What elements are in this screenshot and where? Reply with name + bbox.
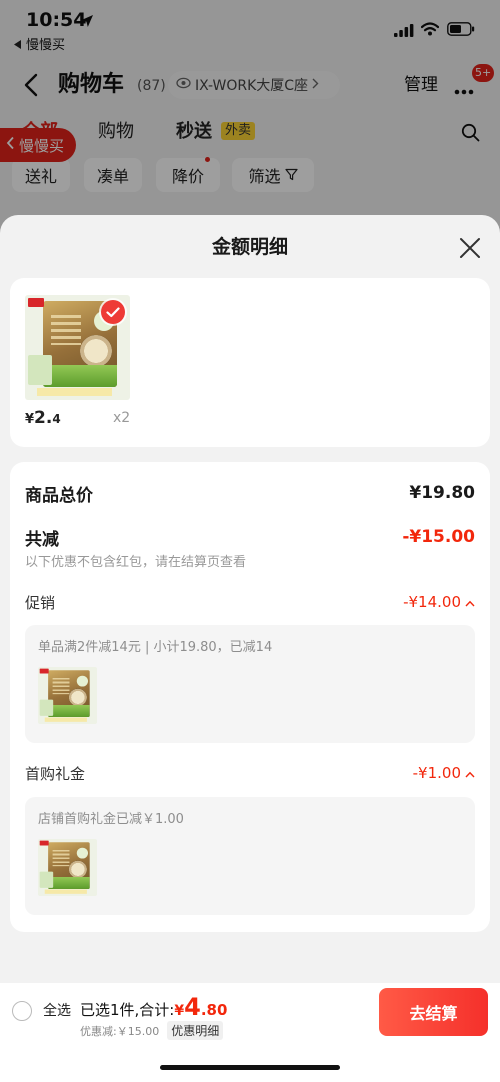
oat-bowl-graphic [68,860,87,879]
product-package [48,842,90,889]
product-thumbnail [38,839,97,896]
home-indicator[interactable] [160,1065,340,1070]
promotion-detail-text: 单品满2件减14元 | 小计19.80，已减14 [38,640,273,655]
kids-graphic [39,871,54,888]
brand-logo [28,298,44,307]
discount-summary: 优惠减:￥15.00 优惠明细 [80,1021,224,1040]
discount-detail-button[interactable]: 优惠明细 [167,1021,224,1040]
amount-detail-sheet: 金额明细 ¥ 2. 4 x2 商品总价 ¥19.80 共减 -¥15.00 以下… [0,215,500,1082]
product-price: ¥ 2. 4 [25,408,61,428]
promotion-label: 促销 [25,593,56,612]
kids-graphic [39,699,54,716]
package-title-block [52,849,70,867]
discount-note: 以下优惠不包含红包，请在结算页查看 [25,555,247,570]
price-minor: 4 [52,412,61,426]
package-green-band [48,705,90,717]
total-summary: 已选1件,合计: ¥ 4 .80 [80,993,227,1021]
checkout-button[interactable]: 去结算 [379,988,488,1036]
goods-total-value: ¥19.80 [409,483,475,503]
promotion-value: -¥14.00 [403,593,475,611]
oat-bowl-graphic [68,688,87,707]
promotion-row[interactable]: 促销 -¥14.00 [25,592,475,612]
goods-total-row: 商品总价 ¥19.80 [25,481,475,506]
total-discount-label: 共减 [25,529,59,550]
selected-summary: 已选1件,合计: [80,1001,175,1019]
total-discount-row: 共减 -¥15.00 [25,525,475,550]
product-package [48,670,90,717]
product-card: ¥ 2. 4 x2 [10,278,490,447]
brand-logo [39,668,49,674]
goods-total-label: 商品总价 [25,485,93,506]
package-title-block [51,315,81,345]
product-item[interactable] [25,295,130,400]
promo-strip [44,889,87,894]
package-badge [76,847,89,859]
sheet-title: 金额明细 [211,236,288,258]
app-screen: 10:54 慢慢买 购物车 (87) IX-WORK大厦C座 管理 5+ 购物 … [0,0,500,1082]
kids-graphic [28,355,52,385]
brand-logo [39,840,49,846]
total-discount-value: -¥15.00 [402,527,475,547]
close-icon[interactable] [458,236,482,260]
price-symbol: ¥ [25,412,35,427]
first-purchase-gift-value: -¥1.00 [413,764,475,782]
product-quantity: x2 [113,410,131,426]
package-green-band [48,877,90,889]
total-decimal: .80 [200,1001,228,1019]
product-image [38,667,97,724]
first-purchase-gift-detail-text: 店铺首购礼金已减￥1.00 [38,812,184,827]
first-purchase-gift-row[interactable]: 首购礼金 -¥1.00 [25,763,475,783]
promotion-detail-box: 单品满2件减14元 | 小计19.80，已减14 [25,625,475,743]
promotion-amount: -¥14.00 [403,593,461,611]
package-badge [76,675,89,687]
price-summary-card: 商品总价 ¥19.80 共减 -¥15.00 以下优惠不包含红包，请在结算页查看… [10,462,490,932]
select-all-checkbox[interactable] [12,1001,32,1021]
total-symbol: ¥ [174,1003,185,1019]
check-icon[interactable] [101,300,125,324]
product-image [38,839,97,896]
first-purchase-gift-detail-box: 店铺首购礼金已减￥1.00 [25,797,475,915]
chevron-up-icon[interactable] [465,593,475,611]
checkout-label: 去结算 [409,1004,458,1023]
select-all-label[interactable]: 全选 [43,1002,71,1020]
chevron-up-icon[interactable] [465,764,475,782]
first-purchase-gift-label: 首购礼金 [25,764,86,783]
oat-bowl-graphic [80,335,112,367]
product-thumbnail [38,667,97,724]
discount-amount-text: 优惠减:￥15.00 [80,1024,160,1038]
promo-strip [37,388,112,396]
package-green-band [43,365,117,387]
first-purchase-gift-amount: -¥1.00 [412,764,461,782]
price-main: 2. [34,408,53,428]
total-integer: 4 [184,993,201,1021]
package-title-block [52,677,70,695]
promo-strip [44,717,87,722]
